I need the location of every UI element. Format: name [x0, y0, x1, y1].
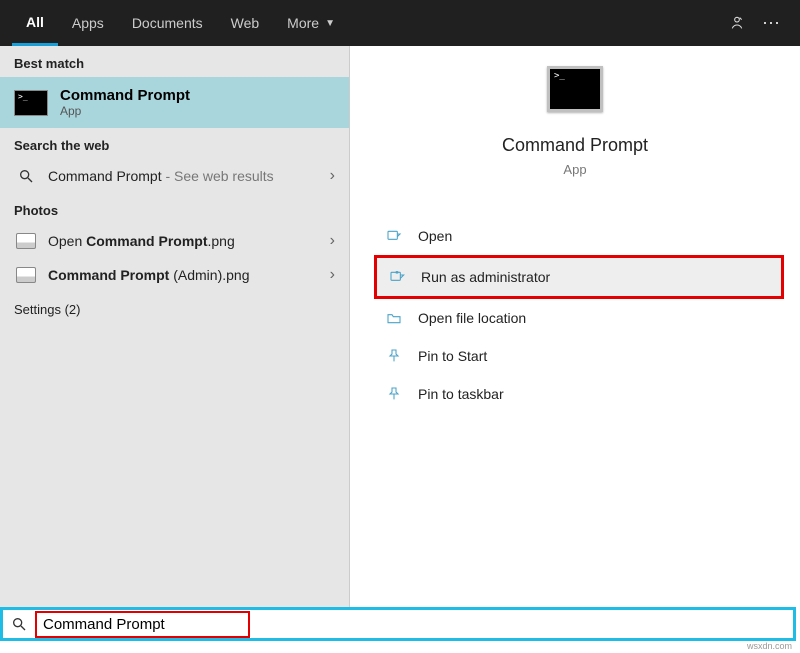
- action-pin-task-label: Pin to taskbar: [418, 386, 504, 402]
- chevron-down-icon: ▼: [325, 18, 335, 29]
- chevron-right-icon: ›: [330, 232, 335, 250]
- best-match-subtitle: App: [60, 104, 190, 118]
- section-settings[interactable]: Settings (2): [0, 292, 349, 323]
- web-result[interactable]: Command Prompt - See web results ›: [0, 159, 349, 193]
- preview-subtitle: App: [350, 162, 800, 177]
- folder-icon: [384, 308, 404, 328]
- tab-more[interactable]: More ▼: [273, 0, 349, 46]
- search-icon: [3, 616, 35, 632]
- tab-more-label: More: [287, 15, 319, 31]
- action-pin-start-label: Pin to Start: [418, 348, 487, 364]
- section-best-match: Best match: [0, 46, 349, 77]
- section-search-web: Search the web: [0, 128, 349, 159]
- more-options-icon[interactable]: ⋯: [754, 6, 788, 40]
- results-panel: Best match Command Prompt App Search the…: [0, 46, 350, 607]
- photo-result-2-text: Command Prompt (Admin).png: [48, 267, 330, 283]
- action-run-admin-label: Run as administrator: [421, 269, 550, 285]
- tab-documents[interactable]: Documents: [118, 0, 217, 46]
- tab-all[interactable]: All: [12, 0, 58, 46]
- best-match-title: Command Prompt: [60, 87, 190, 104]
- action-pin-to-taskbar[interactable]: Pin to taskbar: [374, 375, 784, 413]
- pin-icon: [384, 346, 404, 366]
- admin-icon: [387, 267, 407, 287]
- photo-result-1[interactable]: Open Command Prompt.png ›: [0, 224, 349, 258]
- action-open-file-location[interactable]: Open file location: [374, 299, 784, 337]
- search-tabs-bar: All Apps Documents Web More ▼ ⋯: [0, 0, 800, 46]
- photo-result-1-text: Open Command Prompt.png: [48, 233, 330, 249]
- action-run-as-administrator[interactable]: Run as administrator: [374, 255, 784, 299]
- app-thumbnail-icon: [547, 66, 603, 112]
- main-area: Best match Command Prompt App Search the…: [0, 46, 800, 607]
- command-prompt-icon: [14, 90, 48, 116]
- open-icon: [384, 226, 404, 246]
- action-open[interactable]: Open: [374, 217, 784, 255]
- search-input-highlight: [35, 611, 250, 638]
- best-match-item[interactable]: Command Prompt App: [0, 77, 349, 128]
- preview-panel: Command Prompt App Open Run as administr…: [350, 46, 800, 607]
- feedback-icon[interactable]: [720, 6, 754, 40]
- chevron-right-icon: ›: [330, 266, 335, 284]
- action-open-label: Open: [418, 228, 452, 244]
- preview-title: Command Prompt: [350, 135, 800, 156]
- watermark: wsxdn.com: [747, 641, 792, 651]
- chevron-right-icon: ›: [330, 167, 335, 185]
- photo-result-2[interactable]: Command Prompt (Admin).png ›: [0, 258, 349, 292]
- image-icon: [14, 233, 38, 249]
- image-icon: [14, 267, 38, 283]
- action-pin-to-start[interactable]: Pin to Start: [374, 337, 784, 375]
- search-icon: [14, 168, 38, 184]
- tab-apps[interactable]: Apps: [58, 0, 118, 46]
- search-input[interactable]: [43, 616, 242, 633]
- action-open-loc-label: Open file location: [418, 310, 526, 326]
- tab-web[interactable]: Web: [217, 0, 274, 46]
- search-bar[interactable]: [0, 607, 796, 641]
- web-result-text: Command Prompt - See web results: [48, 168, 330, 184]
- pin-icon: [384, 384, 404, 404]
- section-photos: Photos: [0, 193, 349, 224]
